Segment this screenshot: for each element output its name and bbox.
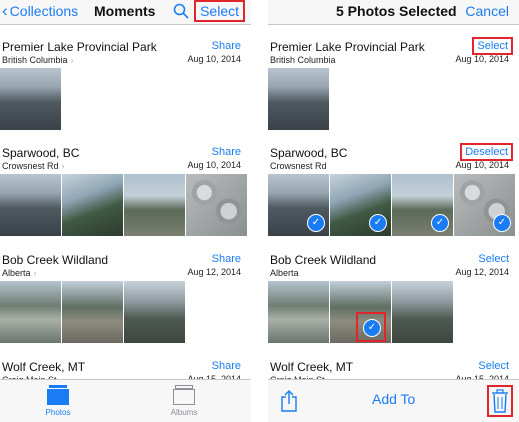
albums-icon <box>173 385 195 405</box>
share-button[interactable]: Share <box>212 253 241 265</box>
photo-thumbnail[interactable] <box>268 281 329 343</box>
tab-label: Albums <box>170 408 198 417</box>
chevron-right-icon: › <box>33 268 37 278</box>
toolbar: Add To <box>268 379 519 422</box>
moment-title: Premier Lake Provincial Park <box>270 40 425 54</box>
moment-location[interactable]: Crowsnest Rd › <box>2 161 65 171</box>
search-icon[interactable] <box>172 2 190 20</box>
nav-bar: 5 Photos Selected Cancel <box>268 0 519 25</box>
page-title: Moments <box>94 3 156 19</box>
checkmark-icon: ✓ <box>431 214 449 232</box>
photo-thumbnail[interactable]: ✓ <box>330 281 391 343</box>
tab-photos[interactable]: Photos <box>18 384 98 417</box>
highlight-box <box>356 312 386 342</box>
chevron-left-icon: ‹ <box>2 1 8 20</box>
photo-thumbnail[interactable] <box>0 281 61 343</box>
moment-location[interactable]: British Columbia › <box>2 55 74 65</box>
share-button[interactable]: Share <box>212 360 241 372</box>
photo-thumbnail[interactable] <box>62 174 123 236</box>
deselect-section-button[interactable]: Deselect <box>460 143 513 161</box>
share-icon[interactable] <box>280 390 298 412</box>
select-section-button[interactable]: Select <box>478 253 509 265</box>
moment-title: Bob Creek Wildland <box>270 253 377 267</box>
nav-bar: ‹ Collections Moments Select <box>0 0 251 25</box>
photo-thumbnail[interactable] <box>0 68 61 130</box>
photo-thumbnail[interactable]: ✓ <box>330 174 391 236</box>
moment-location: Crowsnest Rd <box>270 161 327 171</box>
select-section-button[interactable]: Select <box>478 360 509 372</box>
select-button[interactable]: Select <box>194 0 245 22</box>
select-photos-screen: 5 Photos Selected Cancel Premier Lake Pr… <box>268 0 519 422</box>
tab-bar: Photos Albums <box>0 379 251 422</box>
photo-thumbnail[interactable]: ✓ <box>392 174 453 236</box>
moment-title: Sparwood, BC <box>270 146 348 160</box>
moment-location: Alberta <box>270 268 299 278</box>
checkmark-icon: ✓ <box>369 214 387 232</box>
share-button[interactable]: Share <box>212 146 241 158</box>
back-label: Collections <box>9 3 79 19</box>
moment-date: Aug 10, 2014 <box>187 160 241 170</box>
moment-title: Wolf Creek, MT <box>270 360 354 374</box>
photo-thumbnail[interactable] <box>124 174 185 236</box>
share-button[interactable]: Share <box>212 40 241 52</box>
chevron-right-icon: › <box>61 161 65 171</box>
photo-thumbnail[interactable] <box>268 68 329 130</box>
trash-icon <box>492 389 508 413</box>
moment-date: Aug 10, 2014 <box>455 54 509 64</box>
photo-thumbnail[interactable] <box>186 174 247 236</box>
photo-thumbnail[interactable] <box>62 281 123 343</box>
moment-date: Aug 12, 2014 <box>455 267 509 277</box>
photos-icon <box>47 385 69 405</box>
page-title: 5 Photos Selected <box>336 3 457 19</box>
photo-thumbnail[interactable]: ✓ <box>454 174 515 236</box>
checkmark-icon: ✓ <box>493 214 511 232</box>
tab-label: Photos <box>45 408 71 417</box>
cancel-button[interactable]: Cancel <box>465 3 509 19</box>
moment-location[interactable]: Alberta › <box>2 268 37 278</box>
chevron-right-icon: › <box>70 55 74 65</box>
moment-title: Wolf Creek, MT <box>2 360 86 374</box>
photo-thumbnail[interactable] <box>392 281 453 343</box>
photo-thumbnail[interactable] <box>0 174 61 236</box>
tab-albums[interactable]: Albums <box>144 384 224 417</box>
delete-button[interactable] <box>487 385 513 417</box>
moment-date: Aug 12, 2014 <box>187 267 241 277</box>
moment-title: Premier Lake Provincial Park <box>2 40 157 54</box>
checkmark-icon: ✓ <box>307 214 325 232</box>
moment-title: Bob Creek Wildland <box>2 253 109 267</box>
moment-title: Sparwood, BC <box>2 146 80 160</box>
select-section-button[interactable]: Select <box>472 37 513 55</box>
moments-screen: ‹ Collections Moments Select Premier Lake… <box>0 0 251 422</box>
collections-back-button[interactable]: ‹ Collections <box>2 1 79 20</box>
add-to-button[interactable]: Add To <box>372 391 415 407</box>
moment-date: Aug 10, 2014 <box>455 160 509 170</box>
moment-location: British Columbia <box>270 55 336 65</box>
photo-thumbnail[interactable] <box>124 281 185 343</box>
moment-date: Aug 10, 2014 <box>187 54 241 64</box>
photo-thumbnail[interactable]: ✓ <box>268 174 329 236</box>
